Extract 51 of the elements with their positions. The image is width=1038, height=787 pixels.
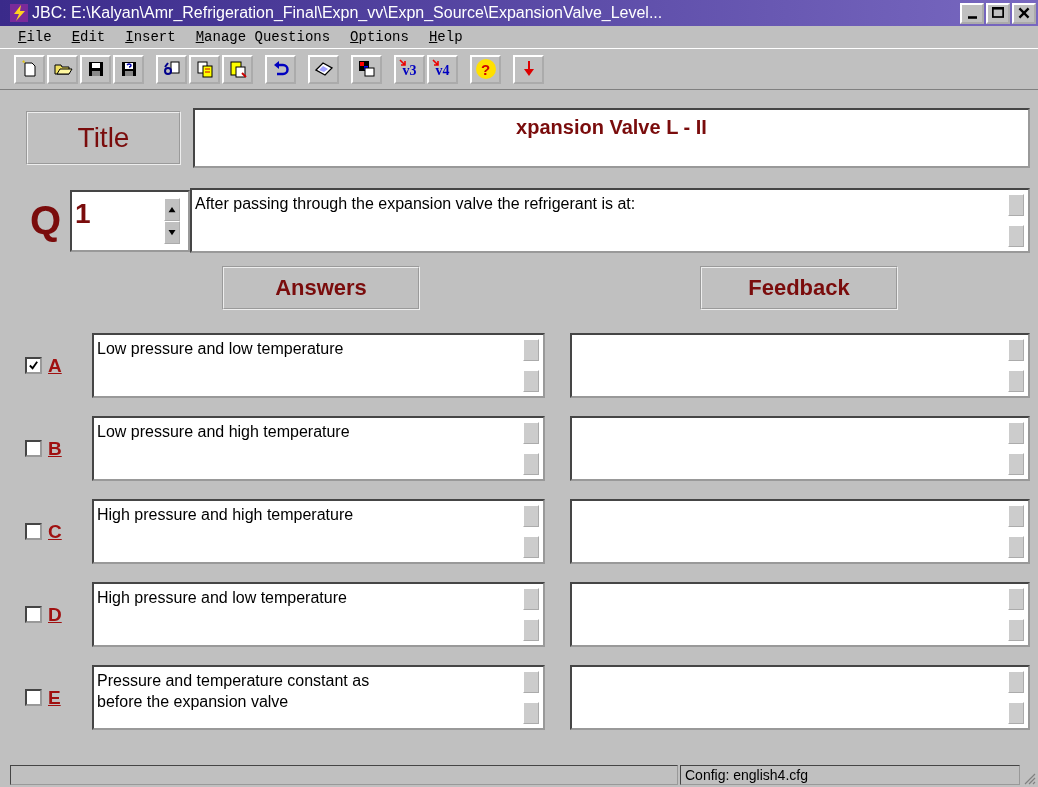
question-label: Q <box>30 198 63 243</box>
toolbar-save-button[interactable] <box>80 54 111 84</box>
paste-icon <box>227 59 248 79</box>
answer-letter-link[interactable]: D <box>48 603 62 626</box>
feedback-header-button[interactable]: Feedback <box>700 266 898 310</box>
menu-item[interactable]: Edit <box>71 29 106 45</box>
toolbar-button[interactable]: ? <box>470 54 501 84</box>
maximize-icon <box>990 6 1006 20</box>
arrow-icon <box>398 59 407 67</box>
minimize-icon <box>967 15 977 19</box>
menu-item[interactable]: File <box>18 29 52 45</box>
documents-icon <box>194 59 215 79</box>
toolbar-find-button[interactable] <box>156 54 187 84</box>
color-palette-icon <box>356 59 377 79</box>
toolbar-paste-button[interactable] <box>222 54 253 84</box>
question-number-spinner[interactable]: 1 <box>70 189 190 252</box>
minimize-button[interactable] <box>960 2 984 24</box>
toolbar-new-button[interactable] <box>14 54 45 84</box>
toolbar-button[interactable]: v3 <box>394 54 425 84</box>
lightning-icon <box>10 4 28 22</box>
answer-checkbox[interactable] <box>25 440 42 457</box>
toolbar-saveas-button[interactable] <box>113 54 144 84</box>
menu-item[interactable]: Options <box>350 29 409 45</box>
title-button[interactable]: Title <box>26 111 181 165</box>
status-config: Config: english4.cfg <box>680 765 1020 785</box>
title-field[interactable]: xpansion Valve L - II <box>193 108 1030 168</box>
menu-item[interactable]: Help <box>428 29 463 45</box>
answers-header-button[interactable]: Answers <box>222 266 420 310</box>
toolbar-button[interactable]: v4 <box>427 54 458 84</box>
answer-letter-link[interactable]: A <box>48 354 62 377</box>
answer-checkbox[interactable] <box>25 523 42 540</box>
resize-grip-icon[interactable] <box>1022 771 1036 785</box>
toolbar-undo-button[interactable] <box>265 54 296 84</box>
menu-item[interactable]: Manage Questions <box>195 29 331 45</box>
toolbar-palette-button[interactable] <box>351 54 382 84</box>
answer-checkbox[interactable] <box>25 357 42 374</box>
answer-letter-link[interactable]: C <box>48 520 62 543</box>
menu-item[interactable]: Insert <box>125 29 176 45</box>
maximize-button[interactable] <box>986 2 1010 24</box>
arrow-icon <box>431 59 440 67</box>
answer-letter-link[interactable]: B <box>48 437 62 460</box>
close-icon <box>1016 6 1032 20</box>
close-button[interactable] <box>1012 2 1036 24</box>
answer-checkbox[interactable] <box>25 606 42 623</box>
answer-letter-link[interactable]: E <box>48 686 61 709</box>
toolbar-erase-button[interactable] <box>308 54 339 84</box>
toolbar-copy-button[interactable] <box>189 54 220 84</box>
toolbar-down-button[interactable] <box>513 54 544 84</box>
answer-checkbox[interactable] <box>25 689 42 706</box>
window-title: JBC: E:\Kalyan\Amr_Refrigeration_Final\Expn_vv\Expn_Source\ExpansionValve_Level... <box>32 4 664 22</box>
toolbar-open-button[interactable] <box>47 54 78 84</box>
